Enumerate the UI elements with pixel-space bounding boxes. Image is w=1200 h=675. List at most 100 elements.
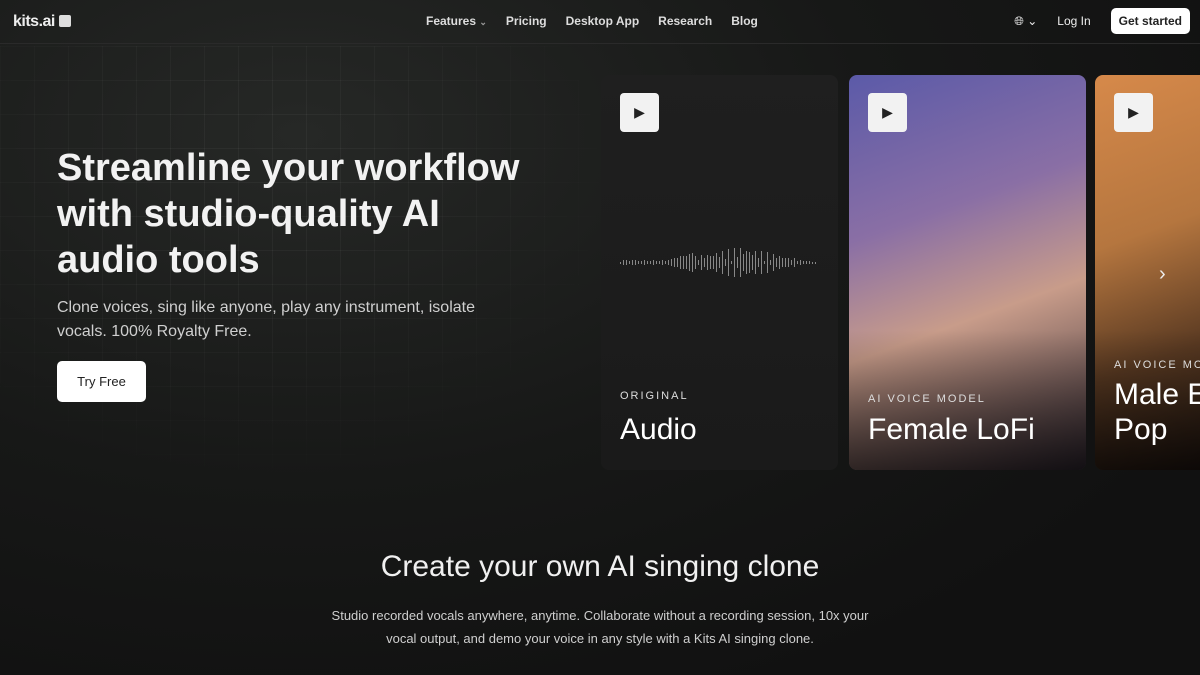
section-text: Studio recorded vocals anywhere, anytime… (331, 608, 869, 646)
waveform-bar (785, 257, 786, 268)
waveform-bar (779, 255, 780, 270)
waveform-bar (731, 260, 732, 265)
waveform-bar (647, 260, 648, 265)
card-title: Audio (620, 413, 697, 446)
waveform-bar (638, 261, 639, 264)
logo-text: kits.ai (13, 13, 55, 30)
logo[interactable]: kits.ai (13, 13, 71, 31)
waveform-bar (671, 258, 672, 267)
language-selector[interactable]: 🌐︎ ⌄ (1014, 14, 1037, 29)
play-icon[interactable]: ▶ (868, 93, 907, 132)
card-male-pop[interactable]: ▶ › AI VOICE MOD Male E Pop (1095, 75, 1200, 470)
waveform-bar (812, 261, 813, 264)
waveform-bar (749, 251, 750, 274)
waveform-bar (752, 254, 753, 271)
waveform-bar (698, 260, 699, 265)
play-icon[interactable]: ▶ (1114, 93, 1153, 132)
waveform-bar (695, 256, 696, 269)
waveform-bar (713, 255, 714, 270)
waveform-bar (653, 260, 654, 265)
waveform-bar (656, 260, 657, 265)
chevron-down-icon: ⌄ (1027, 13, 1038, 28)
nav-blog[interactable]: Blog (731, 14, 758, 28)
waveform-bar (677, 258, 678, 267)
chevron-down-icon: ⌄ (479, 17, 487, 27)
waveform-bar (734, 248, 735, 277)
waveform (620, 240, 820, 285)
waveform-bar (788, 257, 789, 268)
hero-title: Streamline your workflow with studio-qua… (57, 147, 520, 281)
chevron-right-icon[interactable]: › (1159, 263, 1166, 286)
waveform-bar (737, 256, 738, 269)
waveform-bar (650, 260, 651, 265)
card-eyebrow: AI VOICE MODEL (868, 393, 986, 405)
nav-pricing[interactable]: Pricing (506, 14, 547, 28)
waveform-bar (767, 252, 768, 273)
login-link[interactable]: Log In (1057, 14, 1090, 28)
try-free-button[interactable]: Try Free (57, 361, 146, 402)
waveform-bar (635, 260, 636, 265)
waveform-bar (680, 256, 681, 269)
waveform-bar (800, 259, 801, 266)
waveform-bar (773, 254, 774, 271)
waveform-bar (689, 254, 690, 271)
waveform-bar (806, 260, 807, 265)
nav-desktop-app[interactable]: Desktop App (566, 14, 640, 28)
waveform-bar (776, 258, 777, 267)
card-title: Male E (1114, 378, 1200, 411)
waveform-bar (815, 261, 816, 264)
waveform-bar (791, 259, 792, 266)
waveform-bar (794, 258, 795, 267)
waveform-bar (692, 253, 693, 272)
waveform-bar (641, 260, 642, 265)
card-eyebrow: AI VOICE MOD (1114, 359, 1200, 371)
hero-subtitle: Clone voices, sing like anyone, play any… (57, 299, 475, 340)
waveform-bar (665, 260, 666, 265)
waveform-bar (683, 255, 684, 270)
waveform-bar (809, 261, 810, 264)
waveform-bar (704, 258, 705, 267)
waveform-bar (770, 260, 771, 265)
waveform-bar (716, 253, 717, 272)
logo-mark-icon (58, 15, 71, 27)
waveform-bar (725, 259, 726, 266)
waveform-bar (761, 251, 762, 274)
nav-research[interactable]: Research (658, 14, 712, 28)
card-original-audio[interactable]: ▶ ORIGINAL Audio (601, 75, 838, 470)
waveform-bar (728, 249, 729, 276)
waveform-bar (707, 255, 708, 270)
card-title: Female LoFi (868, 413, 1035, 446)
waveform-bar (764, 260, 765, 265)
play-icon[interactable]: ▶ (620, 93, 659, 132)
waveform-bar (668, 260, 669, 265)
waveform-bar (620, 261, 621, 264)
waveform-bar (644, 260, 645, 265)
waveform-bar (710, 255, 711, 270)
card-eyebrow: ORIGINAL (620, 390, 689, 402)
waveform-bar (629, 261, 630, 264)
waveform-bar (803, 261, 804, 264)
waveform-bar (758, 257, 759, 268)
card-female-lofi[interactable]: ▶ AI VOICE MODEL Female LoFi (849, 75, 1086, 470)
waveform-bar (659, 260, 660, 265)
waveform-bar (623, 260, 624, 265)
waveform-bar (632, 260, 633, 265)
card-title-line2: Pop (1114, 413, 1168, 446)
waveform-bar (782, 257, 783, 268)
waveform-bar (662, 260, 663, 265)
waveform-bar (740, 248, 741, 277)
nav-features[interactable]: Features ⌄ (426, 14, 487, 28)
waveform-bar (674, 258, 675, 267)
globe-icon: 🌐︎ (1014, 13, 1024, 28)
waveform-bar (722, 250, 723, 275)
waveform-bar (755, 251, 756, 274)
waveform-bar (719, 256, 720, 269)
waveform-bar (686, 256, 687, 269)
waveform-bar (746, 251, 747, 274)
waveform-bar (743, 253, 744, 272)
section-title: Create your own AI singing clone (380, 550, 820, 583)
top-nav: kits.ai Features ⌄ Pricing Desktop App R… (0, 0, 1200, 44)
waveform-bar (701, 255, 702, 270)
waveform-bar (626, 260, 627, 265)
get-started-button[interactable]: Get started (1110, 8, 1190, 34)
